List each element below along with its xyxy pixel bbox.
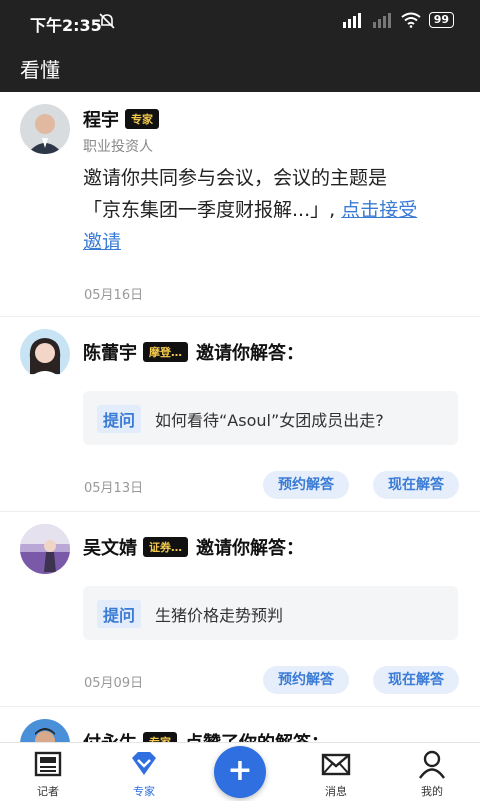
- question-tag: 提问: [97, 405, 142, 433]
- status-bar: 下午2:35 99: [0, 0, 480, 44]
- action-text: 邀请你解答：: [196, 538, 304, 559]
- feed-item-answer-invite[interactable]: 陈蕾宇 摩登… 邀请你解答： 提问 如何看待“Asoul”女团成员出走? 05月13…: [0, 317, 480, 512]
- newspaper-icon: [34, 751, 62, 777]
- plus-icon: +: [227, 753, 253, 788]
- answer-now-button[interactable]: 现在解答: [373, 471, 459, 499]
- feed-item-like[interactable]: 付永生专家点赞了你的解答：: [0, 707, 480, 742]
- schedule-answer-button[interactable]: 预约解答: [263, 471, 349, 499]
- tab-label: 记者: [37, 785, 59, 798]
- schedule-answer-button[interactable]: 预约解答: [263, 666, 349, 694]
- user-name[interactable]: 程宇: [83, 110, 119, 131]
- question-tag: 提问: [97, 600, 142, 628]
- tab-reporter[interactable]: 记者: [0, 743, 96, 801]
- create-button[interactable]: +: [214, 746, 266, 798]
- question-box[interactable]: 提问 生猪价格走势预判: [83, 586, 458, 640]
- status-time: 下午2:35: [30, 16, 102, 35]
- signal-icon: [342, 13, 361, 28]
- tab-label: 专家: [133, 785, 155, 798]
- avatar[interactable]: [20, 719, 70, 742]
- feed-item-meeting-invite[interactable]: 程宇 专家 职业投资人 邀请你共同参与会议，会议的主题是「京东集团一季度财报解..…: [0, 92, 480, 317]
- item-date: 05月16日: [84, 288, 144, 303]
- person-icon: [419, 750, 445, 779]
- action-text: 点赞了你的解答：: [185, 733, 329, 742]
- user-name-row: 吴文婧 证券… 邀请你解答：: [83, 534, 304, 560]
- feed-item-answer-invite[interactable]: 吴文婧 证券… 邀请你解答： 提问 生猪价格走势预判 05月09日 预约解答 现在解…: [0, 512, 480, 707]
- user-name-row: 程宇 专家: [83, 106, 159, 132]
- avatar[interactable]: [20, 329, 70, 379]
- user-name-row: 陈蕾宇 摩登… 邀请你解答：: [83, 339, 304, 365]
- mail-icon: [321, 753, 351, 776]
- wifi-icon: [401, 12, 421, 28]
- expert-badge: 摩登…: [143, 342, 188, 362]
- action-text: 邀请你解答：: [196, 343, 304, 364]
- user-name[interactable]: 陈蕾宇: [83, 343, 137, 364]
- answer-now-button[interactable]: 现在解答: [373, 666, 459, 694]
- notification-feed[interactable]: 程宇 专家 职业投资人 邀请你共同参与会议，会议的主题是「京东集团一季度财报解..…: [0, 92, 480, 742]
- user-name[interactable]: 吴文婧: [83, 538, 137, 559]
- user-role: 职业投资人: [83, 139, 153, 155]
- tab-me[interactable]: 我的: [384, 743, 480, 801]
- avatar[interactable]: [20, 104, 70, 154]
- expert-badge: 专家: [125, 109, 159, 129]
- avatar[interactable]: [20, 524, 70, 574]
- expert-badge: 证券…: [143, 537, 188, 557]
- item-date: 05月13日: [84, 481, 144, 496]
- bell-muted-icon: [99, 13, 115, 29]
- status-icons: 99: [341, 12, 454, 28]
- question-box[interactable]: 提问 如何看待“Asoul”女团成员出走?: [83, 391, 458, 445]
- tab-expert[interactable]: 专家: [96, 743, 192, 801]
- question-text: 生猪价格走势预判: [155, 606, 284, 625]
- user-name[interactable]: 付永生: [83, 733, 137, 742]
- invite-message: 邀请你共同参与会议，会议的主题是「京东集团一季度财报解...」, 点击接受邀请: [83, 162, 423, 258]
- question-text: 如何看待“Asoul”女团成员出走?: [155, 411, 384, 430]
- signal-weak-icon: [372, 13, 391, 28]
- expert-badge: 专家: [143, 732, 177, 742]
- app-header: 看懂: [0, 44, 480, 92]
- tab-message[interactable]: 消息: [288, 743, 384, 801]
- item-date: 05月09日: [84, 676, 144, 691]
- page-title: 看懂: [20, 58, 60, 82]
- diamond-icon: [132, 752, 156, 775]
- battery-indicator: 99: [428, 12, 454, 28]
- tab-label: 消息: [325, 785, 347, 798]
- tab-label: 我的: [421, 785, 443, 798]
- user-name-row: 付永生专家点赞了你的解答：: [83, 729, 329, 742]
